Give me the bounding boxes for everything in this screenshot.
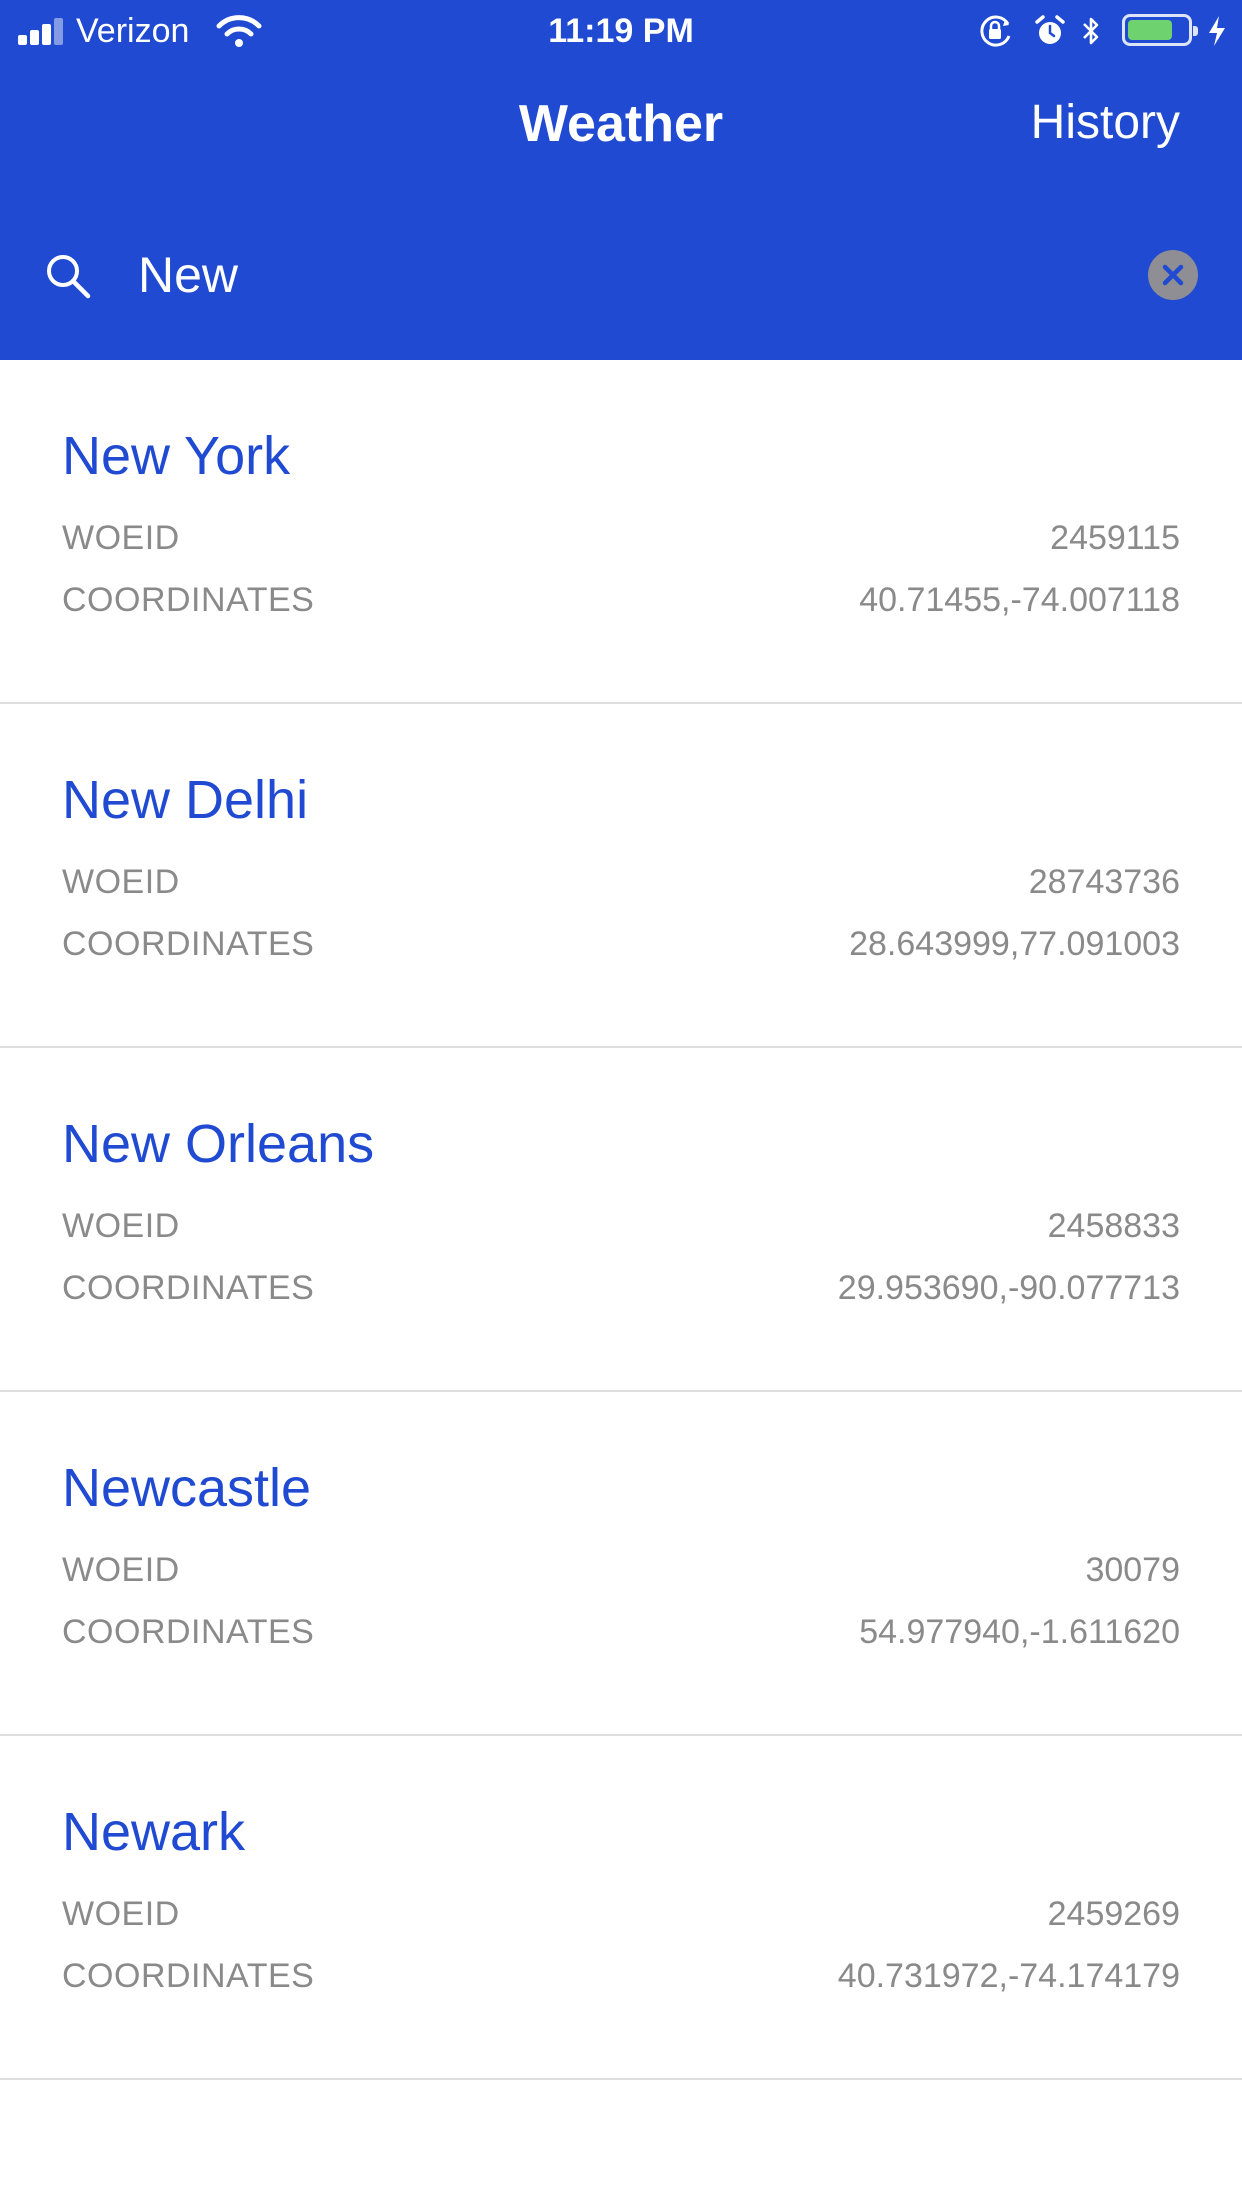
coordinates-label: COORDINATES xyxy=(62,925,315,963)
alarm-icon xyxy=(1035,15,1065,44)
coordinates-label: COORDINATES xyxy=(62,581,315,619)
city-name: Newcastle xyxy=(62,1458,312,1518)
search-icon xyxy=(47,255,91,299)
woeid-value: 2458833 xyxy=(1047,1207,1180,1245)
coordinates-label: COORDINATES xyxy=(62,1269,315,1307)
results-list: New York WOEID 2459115 COORDINATES 40.71… xyxy=(0,360,1242,2080)
woeid-value: 2459115 xyxy=(1050,519,1180,557)
city-name: New Orleans xyxy=(62,1114,375,1174)
bluetooth-icon xyxy=(1083,17,1099,45)
list-item[interactable]: Newcastle WOEID 30079 COORDINATES 54.977… xyxy=(0,1392,1242,1736)
coordinates-label: COORDINATES xyxy=(62,1613,315,1651)
coordinates-value: 29.953690,-90.077713 xyxy=(837,1269,1180,1307)
woeid-label: WOEID xyxy=(62,1551,180,1589)
search-bar xyxy=(0,232,1242,318)
app-header: Verizon 11:19 PM Weather History New xyxy=(0,0,1242,360)
coordinates-value: 40.731972,-74.174179 xyxy=(837,1957,1180,1995)
woeid-label: WOEID xyxy=(62,519,180,557)
search-input[interactable] xyxy=(138,240,1098,310)
battery-icon xyxy=(1122,14,1198,46)
coordinates-value: 40.71455,-74.007118 xyxy=(859,581,1180,619)
woeid-value: 28743736 xyxy=(1028,863,1180,901)
clear-search-button[interactable] xyxy=(1148,250,1198,300)
woeid-label: WOEID xyxy=(62,863,180,901)
coordinates-value: 28.643999,77.091003 xyxy=(849,925,1180,963)
city-name: New York xyxy=(62,426,291,486)
history-button[interactable]: History xyxy=(1031,92,1180,154)
charging-icon xyxy=(1209,16,1225,46)
orientation-lock-icon xyxy=(980,15,1011,47)
woeid-label: WOEID xyxy=(62,1207,180,1245)
clear-icon xyxy=(1162,264,1184,286)
status-bar: Verizon 11:19 PM xyxy=(0,0,1242,62)
coordinates-label: COORDINATES xyxy=(62,1957,315,1995)
list-item[interactable]: Newark WOEID 2459269 COORDINATES 40.7319… xyxy=(0,1736,1242,2080)
list-item[interactable]: New York WOEID 2459115 COORDINATES 40.71… xyxy=(0,360,1242,704)
coordinates-value: 54.977940,-1.611620 xyxy=(859,1613,1180,1651)
city-name: New Delhi xyxy=(62,770,309,830)
woeid-value: 30079 xyxy=(1085,1551,1180,1589)
list-item[interactable]: New Orleans WOEID 2458833 COORDINATES 29… xyxy=(0,1048,1242,1392)
battery-level xyxy=(1128,20,1172,40)
woeid-value: 2459269 xyxy=(1047,1895,1180,1933)
woeid-label: WOEID xyxy=(62,1895,180,1933)
list-item[interactable]: New Delhi WOEID 28743736 COORDINATES 28.… xyxy=(0,704,1242,1048)
city-name: Newark xyxy=(62,1802,246,1862)
